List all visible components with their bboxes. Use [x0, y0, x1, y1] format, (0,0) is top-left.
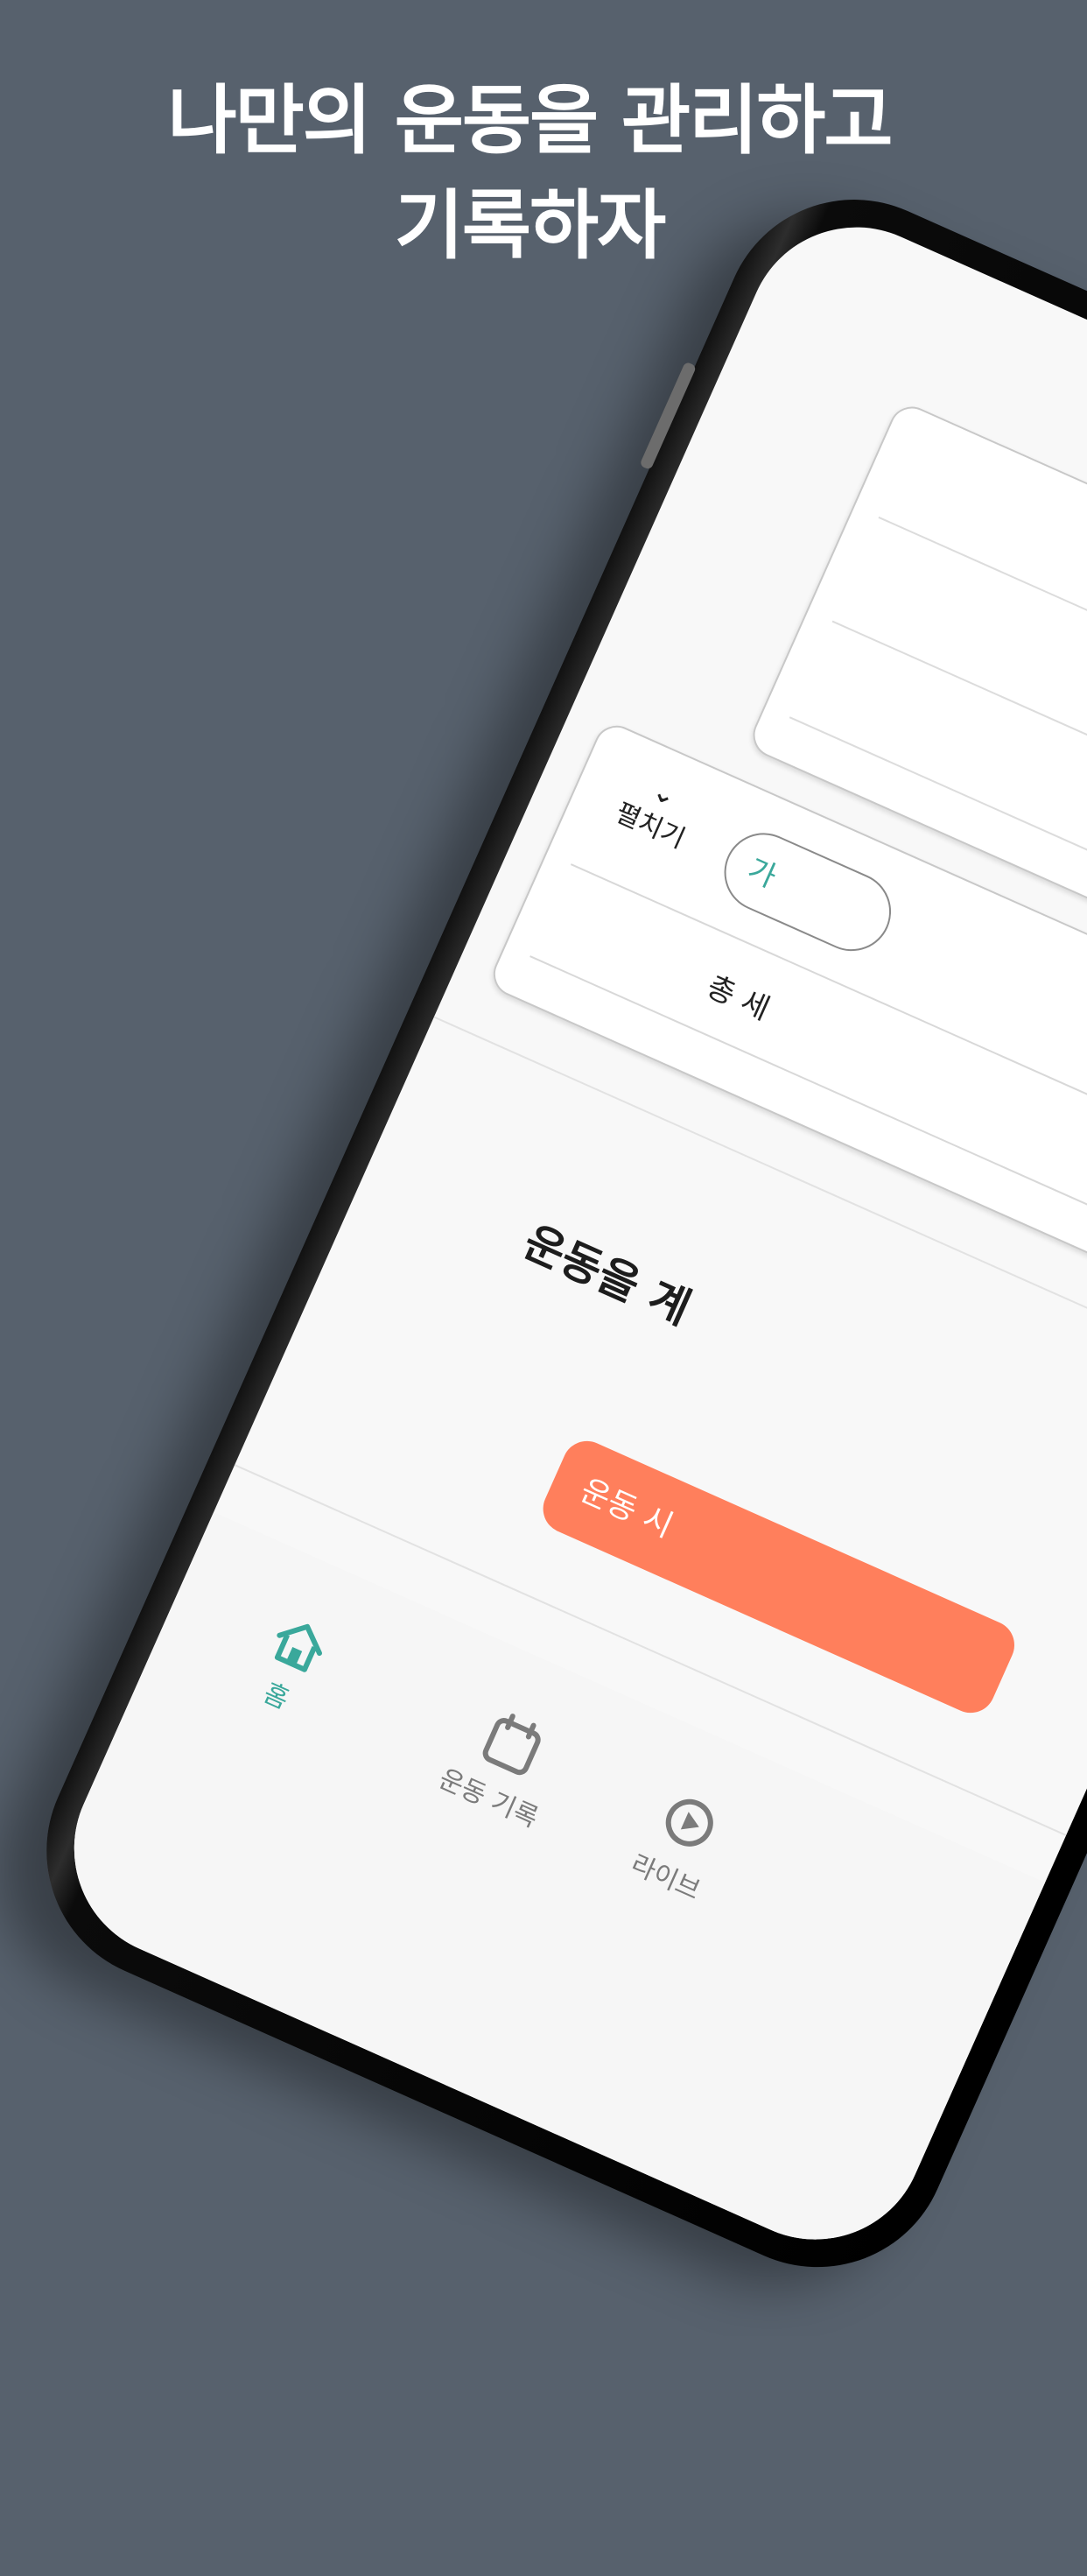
expand-button[interactable]: ⌄ 펼치기	[600, 764, 713, 861]
app-screen: ⌄ 펼치기 가 총 세 운동을 계 운동 시 홈 운동 기록 라이브	[39, 192, 1087, 2275]
card-divider	[529, 955, 1087, 1285]
tab-label: 홈	[258, 1678, 294, 1716]
home-icon	[274, 1623, 323, 1672]
start-workout-button[interactable]: 운동 시	[535, 1432, 1022, 1721]
exercise-chip[interactable]: 가	[712, 820, 904, 964]
phone-mockup: ⌄ 펼치기 가 총 세 운동을 계 운동 시 홈 운동 기록 라이브	[0, 158, 1087, 2576]
tab-label: 라이브	[626, 1848, 705, 1907]
empty-state-message: 운동을 계	[515, 1215, 698, 1334]
tab-live[interactable]: 라이브	[626, 1782, 734, 1907]
card-divider	[878, 516, 1087, 789]
headline-line-1: 나만의 운동을 관리하고	[167, 77, 893, 165]
tab-workout-record[interactable]: 운동 기록	[434, 1696, 572, 1834]
calendar-icon	[482, 1714, 541, 1776]
phone-frame: ⌄ 펼치기 가 총 세 운동을 계 운동 시 홈 운동 기록 라이브	[4, 158, 1087, 2310]
tab-home[interactable]: 홈	[245, 1611, 334, 1723]
total-sets-label: 총 세	[701, 968, 775, 1028]
live-icon	[666, 1798, 714, 1847]
